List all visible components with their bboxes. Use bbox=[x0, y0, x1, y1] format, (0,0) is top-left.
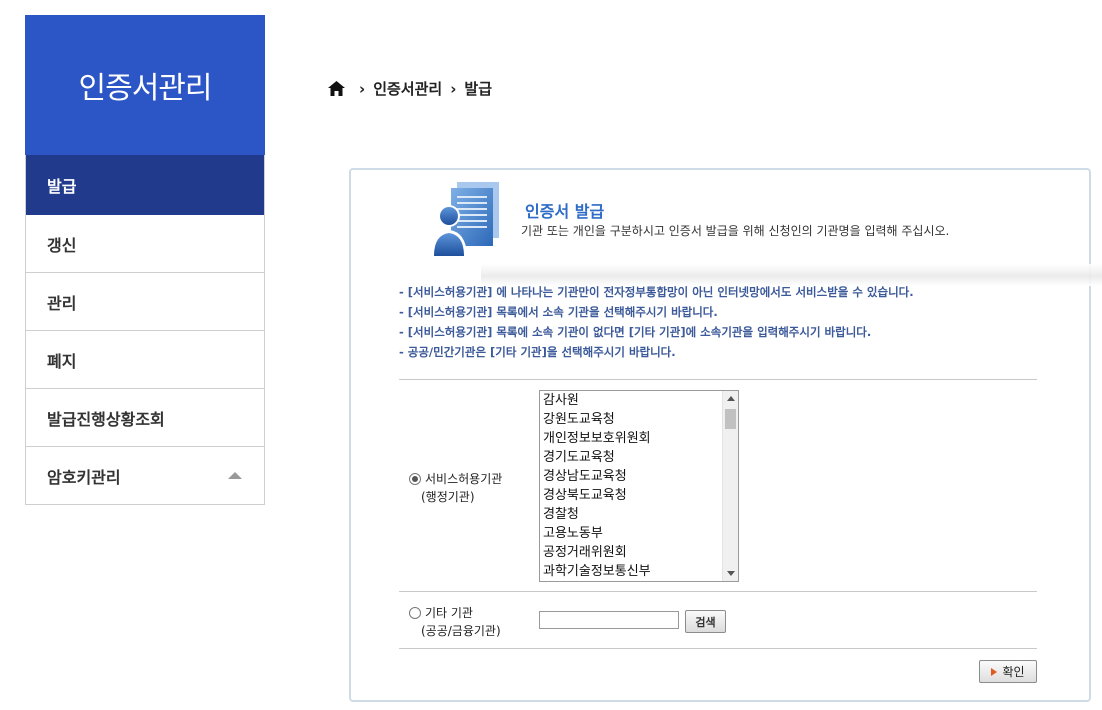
chevron-right-icon: › bbox=[450, 79, 457, 98]
confirm-button[interactable]: 확인 bbox=[979, 660, 1037, 683]
agency-option[interactable]: 개인정보보호위원회 bbox=[542, 429, 722, 448]
sidebar-item-issue-status[interactable]: 발급진행상황조회 bbox=[26, 389, 264, 447]
confirm-label: 확인 bbox=[1002, 665, 1025, 679]
notice-item: - [서비스허용기관] 목록에 소속 기관이 없다면 [기타 기관]에 소속기관… bbox=[399, 325, 872, 339]
sidebar-item-label: 폐지 bbox=[47, 351, 77, 371]
notice-item: - [서비스허용기관] 에 나타나는 기관만이 전자정부통합망이 아닌 인터넷망… bbox=[399, 285, 914, 299]
other-agency-input[interactable] bbox=[539, 611, 679, 629]
sidebar: 인증서관리 발급 갱신 관리 폐지 발급진행상황조회 암호키관리 bbox=[25, 15, 265, 505]
panel-header: 인증서 발급 기관 또는 개인을 구분하시고 인증서 발급을 위해 신청인의 기… bbox=[431, 176, 1102, 286]
play-icon bbox=[991, 667, 998, 676]
sidebar-item-label: 발급 bbox=[47, 177, 77, 196]
sidebar-item-label: 암호키관리 bbox=[47, 467, 121, 487]
breadcrumb: › 인증서관리 › 발급 bbox=[328, 78, 492, 99]
service-agency-radio[interactable] bbox=[409, 473, 421, 485]
other-agency-radio[interactable] bbox=[409, 607, 421, 619]
agency-option[interactable]: 감사원 bbox=[542, 391, 722, 410]
option-label: 기타 기관 bbox=[425, 606, 473, 620]
agency-option[interactable]: 경상북도교육청 bbox=[542, 486, 722, 505]
scroll-thumb[interactable] bbox=[725, 409, 736, 429]
listbox-scrollbar[interactable] bbox=[722, 391, 738, 581]
sidebar-menu: 발급 갱신 관리 폐지 발급진행상황조회 암호키관리 bbox=[25, 155, 265, 505]
agency-option[interactable]: 경상남도교육청 bbox=[542, 467, 722, 486]
agency-option[interactable]: 고용노동부 bbox=[542, 524, 722, 543]
notice-list: - [서비스허용기관] 에 나타나는 기관만이 전자정부통합망이 아닌 인터넷망… bbox=[399, 282, 914, 362]
agency-option[interactable]: 강원도교육청 bbox=[542, 410, 722, 429]
issue-panel: 인증서 발급 기관 또는 개인을 구분하시고 인증서 발급을 위해 신청인의 기… bbox=[349, 168, 1102, 702]
breadcrumb-item-current: 발급 bbox=[464, 80, 492, 98]
sidebar-item-renew[interactable]: 갱신 bbox=[26, 215, 264, 273]
agency-option[interactable]: 과학기술정보통신부 bbox=[542, 562, 722, 581]
agency-option[interactable]: 공정거래위원회 bbox=[542, 543, 722, 562]
sidebar-item-key-management[interactable]: 암호키관리 bbox=[26, 447, 264, 505]
sidebar-item-manage[interactable]: 관리 bbox=[26, 273, 264, 331]
sidebar-item-label: 관리 bbox=[47, 293, 77, 313]
option-sublabel: (공공/금융기관) bbox=[421, 624, 501, 638]
scroll-down-icon[interactable] bbox=[727, 571, 735, 576]
divider bbox=[399, 591, 1037, 592]
home-icon[interactable] bbox=[328, 81, 345, 96]
panel-description: 기관 또는 개인을 구분하시고 인증서 발급을 위해 신청인의 기관명을 입력해… bbox=[521, 224, 950, 238]
sidebar-item-revoke[interactable]: 폐지 bbox=[26, 331, 264, 389]
agency-listbox[interactable]: 감사원 강원도교육청 개인정보보호위원회 경기도교육청 경상남도교육청 경상북도교육청 경찰… bbox=[539, 390, 739, 582]
agency-option[interactable]: 경찰청 bbox=[542, 505, 722, 524]
document-person-icon bbox=[431, 182, 499, 258]
chevron-right-icon: › bbox=[359, 79, 366, 98]
option-label: 서비스허용기관 bbox=[425, 472, 503, 486]
sidebar-item-issue[interactable]: 발급 bbox=[26, 155, 264, 215]
search-button[interactable]: 검색 bbox=[685, 610, 726, 633]
agency-option[interactable]: 경기도교육청 bbox=[542, 448, 722, 467]
option-service-agency[interactable]: 서비스허용기관 (행정기관) bbox=[409, 470, 502, 506]
agency-list: 감사원 강원도교육청 개인정보보호위원회 경기도교육청 경상남도교육청 경상북도교육청 경찰… bbox=[542, 391, 722, 581]
divider bbox=[399, 648, 1037, 649]
divider bbox=[399, 379, 1037, 380]
option-sublabel: (행정기관) bbox=[421, 490, 475, 504]
sidebar-item-label: 갱신 bbox=[47, 235, 77, 255]
panel-title: 인증서 발급 bbox=[525, 202, 605, 221]
sidebar-header: 인증서관리 bbox=[25, 15, 265, 155]
triangle-up-icon[interactable] bbox=[228, 472, 242, 479]
option-other-agency[interactable]: 기타 기관 (공공/금융기관) bbox=[409, 604, 501, 640]
sidebar-title: 인증서관리 bbox=[73, 63, 218, 111]
sidebar-item-label: 발급진행상황조회 bbox=[47, 409, 165, 429]
notice-item: - 공공/민간기관은 [기타 기관]을 선택해주시기 바랍니다. bbox=[399, 345, 676, 359]
breadcrumb-item[interactable]: 인증서관리 bbox=[373, 78, 442, 99]
notice-item: - [서비스허용기관] 목록에서 소속 기관을 선택해주시기 바랍니다. bbox=[399, 305, 718, 319]
scroll-up-icon[interactable] bbox=[727, 396, 735, 401]
